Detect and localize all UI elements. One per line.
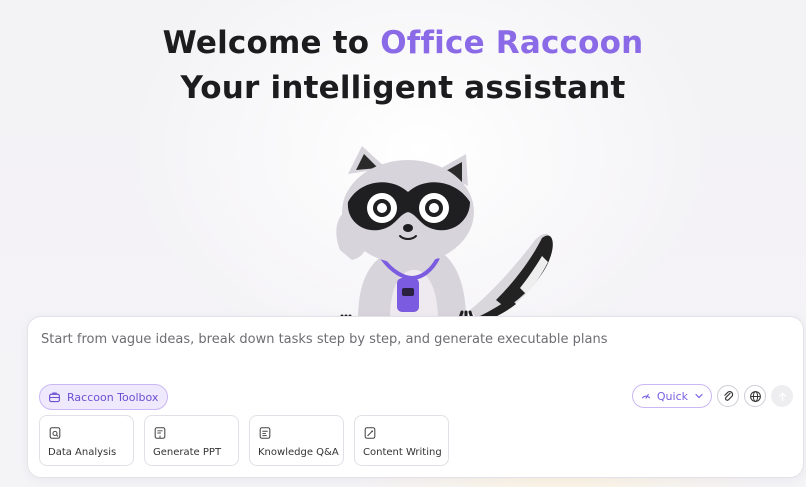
speed-icon [641, 393, 651, 399]
prompt-input[interactable]: Start from vague ideas, break down tasks… [41, 332, 608, 347]
shortcut-generate-ppt[interactable]: Generate PPT [144, 415, 239, 466]
shortcut-label: Content Writing [363, 447, 442, 458]
toolbox-icon [49, 391, 60, 402]
welcome-heading: Welcome to Office Raccoon [0, 21, 806, 65]
send-button[interactable] [771, 385, 793, 407]
toolbox-label: Raccoon Toolbox [67, 390, 159, 404]
globe-icon [749, 390, 761, 402]
chart-doc-icon [48, 425, 62, 439]
paperclip-icon [723, 390, 733, 401]
shortcut-content-writing[interactable]: Content Writing [354, 415, 449, 466]
knowledge-doc-icon [258, 425, 272, 439]
welcome-prefix: Welcome to [162, 25, 381, 61]
chat-composer[interactable]: Start from vague ideas, break down tasks… [27, 316, 804, 478]
chevron-down-icon [695, 393, 703, 399]
slides-icon [153, 425, 167, 439]
shortcut-cards: Data Analysis Generate PPT Knowledge Q&A… [39, 415, 449, 466]
raccoon-tail [470, 233, 553, 322]
raccoon-mascot [336, 146, 553, 332]
write-doc-icon [363, 425, 377, 439]
shortcut-label: Knowledge Q&A [258, 447, 339, 458]
tagline-heading: Your intelligent assistant [180, 70, 626, 106]
arrow-up-icon [778, 391, 786, 401]
web-search-button[interactable] [744, 385, 766, 407]
raccoon-toolbox-button[interactable]: Raccoon Toolbox [39, 384, 169, 410]
mode-label: Quick [656, 389, 688, 403]
shortcut-knowledge-qa[interactable]: Knowledge Q&A [249, 415, 344, 466]
shortcut-data-analysis[interactable]: Data Analysis [39, 415, 134, 466]
composer-controls: Quick [631, 384, 793, 408]
shortcut-label: Data Analysis [48, 447, 117, 458]
attach-button[interactable] [717, 385, 739, 407]
mode-select[interactable]: Quick [631, 384, 712, 408]
brand-name: Office Raccoon [380, 25, 644, 61]
shortcut-label: Generate PPT [153, 447, 222, 458]
